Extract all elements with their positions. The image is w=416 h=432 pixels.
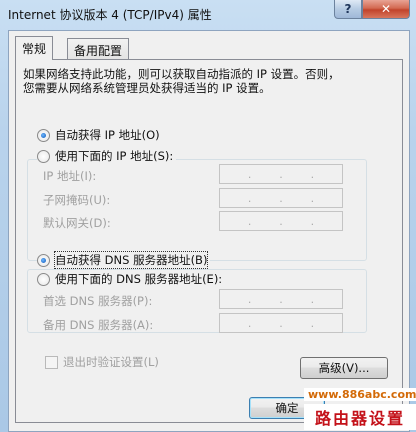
preferred-dns-field[interactable]: ... [219,289,343,309]
description-text: 如果网络支持此功能，则可以获取自动指派的 IP 设置。否则， 您需要从网络系统管… [23,67,340,95]
radio-auto-ip-indicator [37,128,50,142]
title-bar: Internet 协议版本 4 (TCP/IPv4) 属性 ? ✕ [0,0,416,27]
close-button[interactable]: ✕ [362,0,410,19]
alternate-dns-field[interactable]: ... [219,313,343,333]
tab-alternate-config[interactable]: 备用配置 [67,38,130,60]
subnet-mask-field[interactable]: ... [219,188,343,208]
radio-manual-ip-indicator [37,149,50,163]
validate-on-exit-label: 退出时验证设置(L) [63,355,159,369]
default-gateway-field[interactable]: ... [219,211,343,231]
radio-auto-ip-label: 自动获得 IP 地址(O) [55,128,160,142]
validate-on-exit-checkbox[interactable]: 退出时验证设置(L) [45,354,159,370]
radio-auto-dns[interactable]: 自动获得 DNS 服务器地址(B) [37,251,211,269]
advanced-button[interactable]: 高级(V)... [300,357,388,379]
validate-on-exit-box [45,355,58,369]
ip-address-field[interactable]: ... [219,164,343,184]
window-title: Internet 协议版本 4 (TCP/IPv4) 属性 [8,8,212,22]
dialog-body: 常规 备用配置 如果网络支持此功能，则可以获取自动指派的 IP 设置。否则， 您… [8,30,410,432]
radio-manual-ip-label: 使用下面的 IP 地址(S): [55,149,174,163]
radio-manual-dns-indicator [37,272,50,286]
radio-auto-dns-indicator [37,253,50,267]
radio-auto-dns-label: 自动获得 DNS 服务器地址(B) [53,251,209,269]
help-button[interactable]: ? [334,0,362,19]
subnet-mask-label: 子网掩码(U): [43,193,111,207]
close-icon: ✕ [380,2,392,16]
radio-manual-ip[interactable]: 使用下面的 IP 地址(S): [37,148,177,164]
preferred-dns-label: 首选 DNS 服务器(P): [43,294,153,308]
radio-manual-dns-label: 使用下面的 DNS 服务器地址(E): [55,272,223,286]
radio-auto-ip[interactable]: 自动获得 IP 地址(O) [37,127,163,143]
help-icon: ? [344,2,352,16]
default-gateway-label: 默认网关(D): [43,216,111,230]
radio-manual-dns[interactable]: 使用下面的 DNS 服务器地址(E): [37,271,226,287]
alternate-dns-label: 备用 DNS 服务器(A): [43,318,154,332]
watermark-url: www.886abc.com [304,388,416,401]
watermark-text: 路由器设置 [304,404,416,430]
tab-general[interactable]: 常规 [15,36,54,60]
ip-address-label: IP 地址(I): [43,169,97,183]
